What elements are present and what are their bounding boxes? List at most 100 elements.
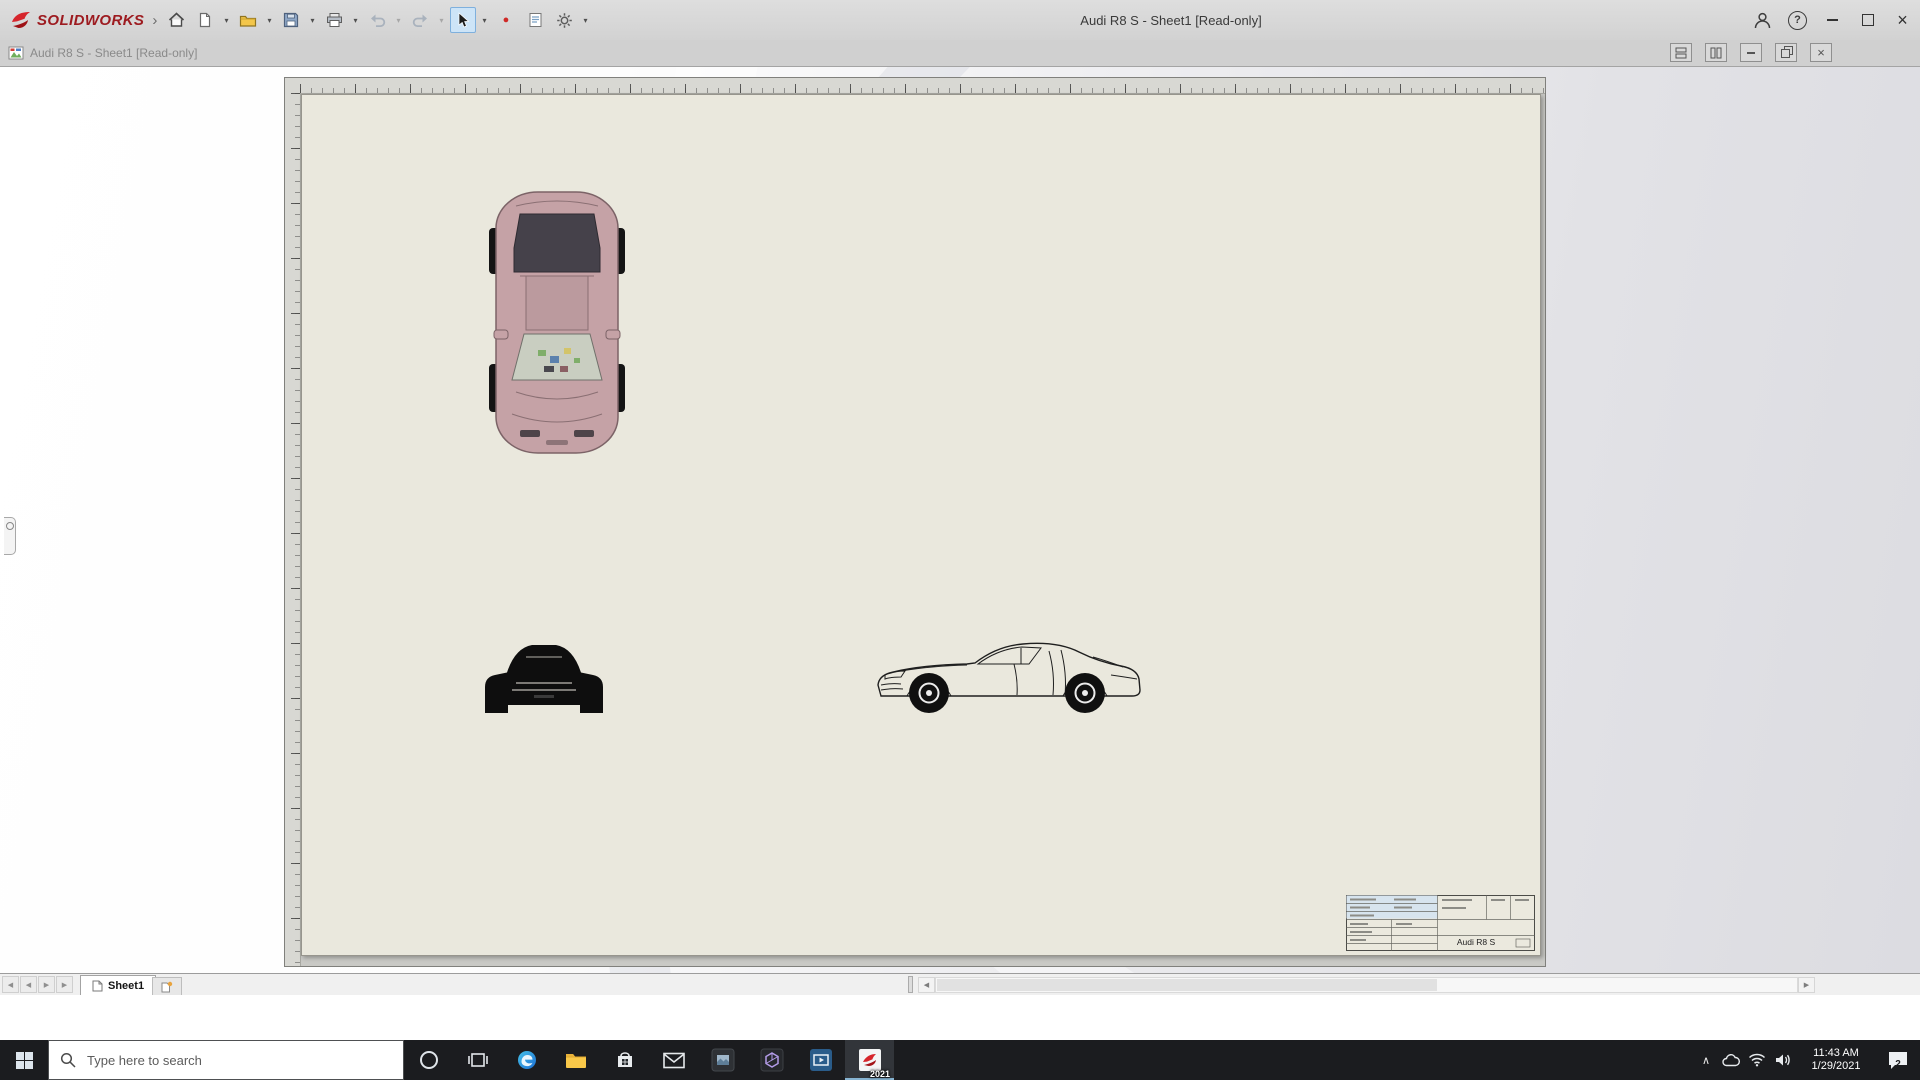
- horizontal-scrollbar[interactable]: [935, 977, 1798, 993]
- clock-date: 1/29/2021: [1811, 1060, 1861, 1072]
- new-document-button[interactable]: [192, 7, 218, 33]
- doc-minimize-icon: [1747, 51, 1755, 54]
- volume-tray-button[interactable]: [1770, 1053, 1796, 1067]
- doc-minimize-button[interactable]: [1740, 43, 1762, 62]
- new-caret-icon[interactable]: ▾: [221, 16, 232, 25]
- drawing-view-side[interactable]: [871, 635, 1147, 722]
- viewer-3d-button[interactable]: [747, 1040, 796, 1080]
- document-window-controls: ×: [1670, 43, 1832, 62]
- tile-horizontal-button[interactable]: [1670, 43, 1692, 62]
- sheet-tab[interactable]: Sheet1: [80, 975, 157, 995]
- cloud-icon: [1722, 1053, 1740, 1066]
- options-button[interactable]: [551, 7, 577, 33]
- car-front-view: [485, 645, 603, 713]
- next-sheet-button[interactable]: ▶: [38, 976, 55, 993]
- store-button[interactable]: [600, 1040, 649, 1080]
- print-button[interactable]: [321, 7, 347, 33]
- cortana-icon: [419, 1051, 438, 1069]
- doc-restore-icon: [1780, 46, 1793, 58]
- action-center-button[interactable]: 2: [1876, 1050, 1920, 1070]
- hidden-icons-chevron[interactable]: ∧: [1694, 1054, 1718, 1067]
- print-caret-icon[interactable]: ▾: [350, 16, 361, 25]
- file-properties-button[interactable]: [522, 7, 548, 33]
- vertical-ruler: [285, 93, 301, 966]
- undo-caret-icon[interactable]: ▾: [393, 16, 404, 25]
- search-input[interactable]: [85, 1051, 392, 1069]
- open-caret-icon[interactable]: ▾: [264, 16, 275, 25]
- title-block-table: Audi R8 S: [1346, 895, 1535, 951]
- mail-icon: [662, 1052, 685, 1068]
- account-icon: [1754, 12, 1771, 28]
- task-view-button[interactable]: [453, 1040, 502, 1080]
- document-titlebar: Audi R8 S - Sheet1 [Read-only] ×: [0, 40, 1920, 67]
- file-explorer-icon: [565, 1054, 586, 1068]
- drawing-file-icon: [8, 46, 24, 60]
- add-sheet-icon: [161, 981, 173, 992]
- taskbar-search[interactable]: [48, 1040, 404, 1080]
- add-sheet-button[interactable]: [152, 977, 182, 995]
- edge-icon: [517, 1051, 536, 1069]
- save-button[interactable]: [278, 7, 304, 33]
- account-button[interactable]: [1745, 0, 1780, 40]
- title-block[interactable]: Audi R8 S: [1346, 895, 1535, 956]
- start-button[interactable]: [0, 1040, 48, 1080]
- title-block-model-name: Audi R8 S: [1457, 937, 1496, 947]
- tile-vertical-button[interactable]: [1705, 43, 1727, 62]
- last-sheet-button[interactable]: ▶: [56, 976, 73, 993]
- movies-button[interactable]: [796, 1040, 845, 1080]
- photos-button[interactable]: [698, 1040, 747, 1080]
- sheet-tab-bar: ◀ ◀ ▶ ▶ Sheet1 ◀ ▶: [0, 973, 1920, 995]
- pane-splitter[interactable]: [908, 976, 913, 993]
- home-button[interactable]: [163, 7, 189, 33]
- feature-manager-collapsed-tab[interactable]: [4, 517, 16, 555]
- menu-flyout-icon[interactable]: ›: [152, 12, 157, 29]
- network-tray-button[interactable]: [1744, 1053, 1770, 1067]
- file-explorer-button[interactable]: [551, 1040, 600, 1080]
- screen: SOLIDWORKS › ▾ ▾ ▾ ▾ ▾ ▾ ▾ ● ▾ Audi R8 S…: [0, 0, 1920, 1080]
- movies-icon: [809, 1049, 832, 1071]
- undo-button[interactable]: [364, 7, 390, 33]
- select-tool-button[interactable]: [450, 7, 476, 33]
- save-icon: [283, 12, 299, 28]
- solidworks-taskbar-button[interactable]: 2021: [845, 1040, 894, 1080]
- drawing-view-top[interactable]: [486, 188, 628, 462]
- drawing-view-front[interactable]: [482, 635, 606, 721]
- sheet-tab-label: Sheet1: [108, 979, 145, 992]
- scroll-left-button[interactable]: ◀: [918, 977, 935, 993]
- edge-button[interactable]: [502, 1040, 551, 1080]
- drawing-sheet[interactable]: Audi R8 S: [301, 94, 1541, 956]
- redo-icon: [412, 14, 427, 27]
- record-macro-button[interactable]: ●: [493, 7, 519, 33]
- doc-close-button[interactable]: ×: [1810, 43, 1832, 62]
- cortana-button[interactable]: [404, 1040, 453, 1080]
- cloud-tray-button[interactable]: [1718, 1053, 1744, 1067]
- save-caret-icon[interactable]: ▾: [307, 16, 318, 25]
- doc-restore-button[interactable]: [1775, 43, 1797, 62]
- windows-taskbar: 2021 ∧ 11:43 AM 1/29/2021 2: [0, 1040, 1920, 1080]
- solidworks-menu[interactable]: SOLIDWORKS ›: [10, 0, 157, 40]
- minimize-button[interactable]: [1815, 0, 1850, 40]
- tile-horizontal-icon: [1675, 47, 1687, 58]
- open-button[interactable]: [235, 7, 261, 33]
- sheet-frame: Audi R8 S: [284, 77, 1546, 967]
- store-icon: [617, 1052, 632, 1067]
- first-sheet-button[interactable]: ◀: [2, 976, 19, 993]
- graphics-area[interactable]: Audi R8 S: [0, 67, 1920, 973]
- redo-caret-icon[interactable]: ▾: [436, 16, 447, 25]
- taskbar-clock[interactable]: 11:43 AM 1/29/2021: [1796, 1047, 1876, 1073]
- select-caret-icon[interactable]: ▾: [479, 16, 490, 25]
- close-button[interactable]: ×: [1885, 0, 1920, 40]
- help-button[interactable]: ?: [1780, 0, 1815, 40]
- maximize-button[interactable]: [1850, 0, 1885, 40]
- scroll-right-button[interactable]: ▶: [1798, 977, 1815, 993]
- system-tray: ∧ 11:43 AM 1/29/2021 2: [1694, 1040, 1920, 1080]
- mail-button[interactable]: [649, 1040, 698, 1080]
- notification-count-badge: 2: [1895, 1059, 1901, 1070]
- horizontal-scrollbar-thumb[interactable]: [937, 979, 1437, 991]
- horizontal-ruler: [300, 78, 1545, 94]
- record-macro-icon: ●: [502, 13, 510, 26]
- options-caret-icon[interactable]: ▾: [580, 16, 591, 25]
- previous-sheet-button[interactable]: ◀: [20, 976, 37, 993]
- start-icon: [15, 1051, 33, 1069]
- redo-button[interactable]: [407, 7, 433, 33]
